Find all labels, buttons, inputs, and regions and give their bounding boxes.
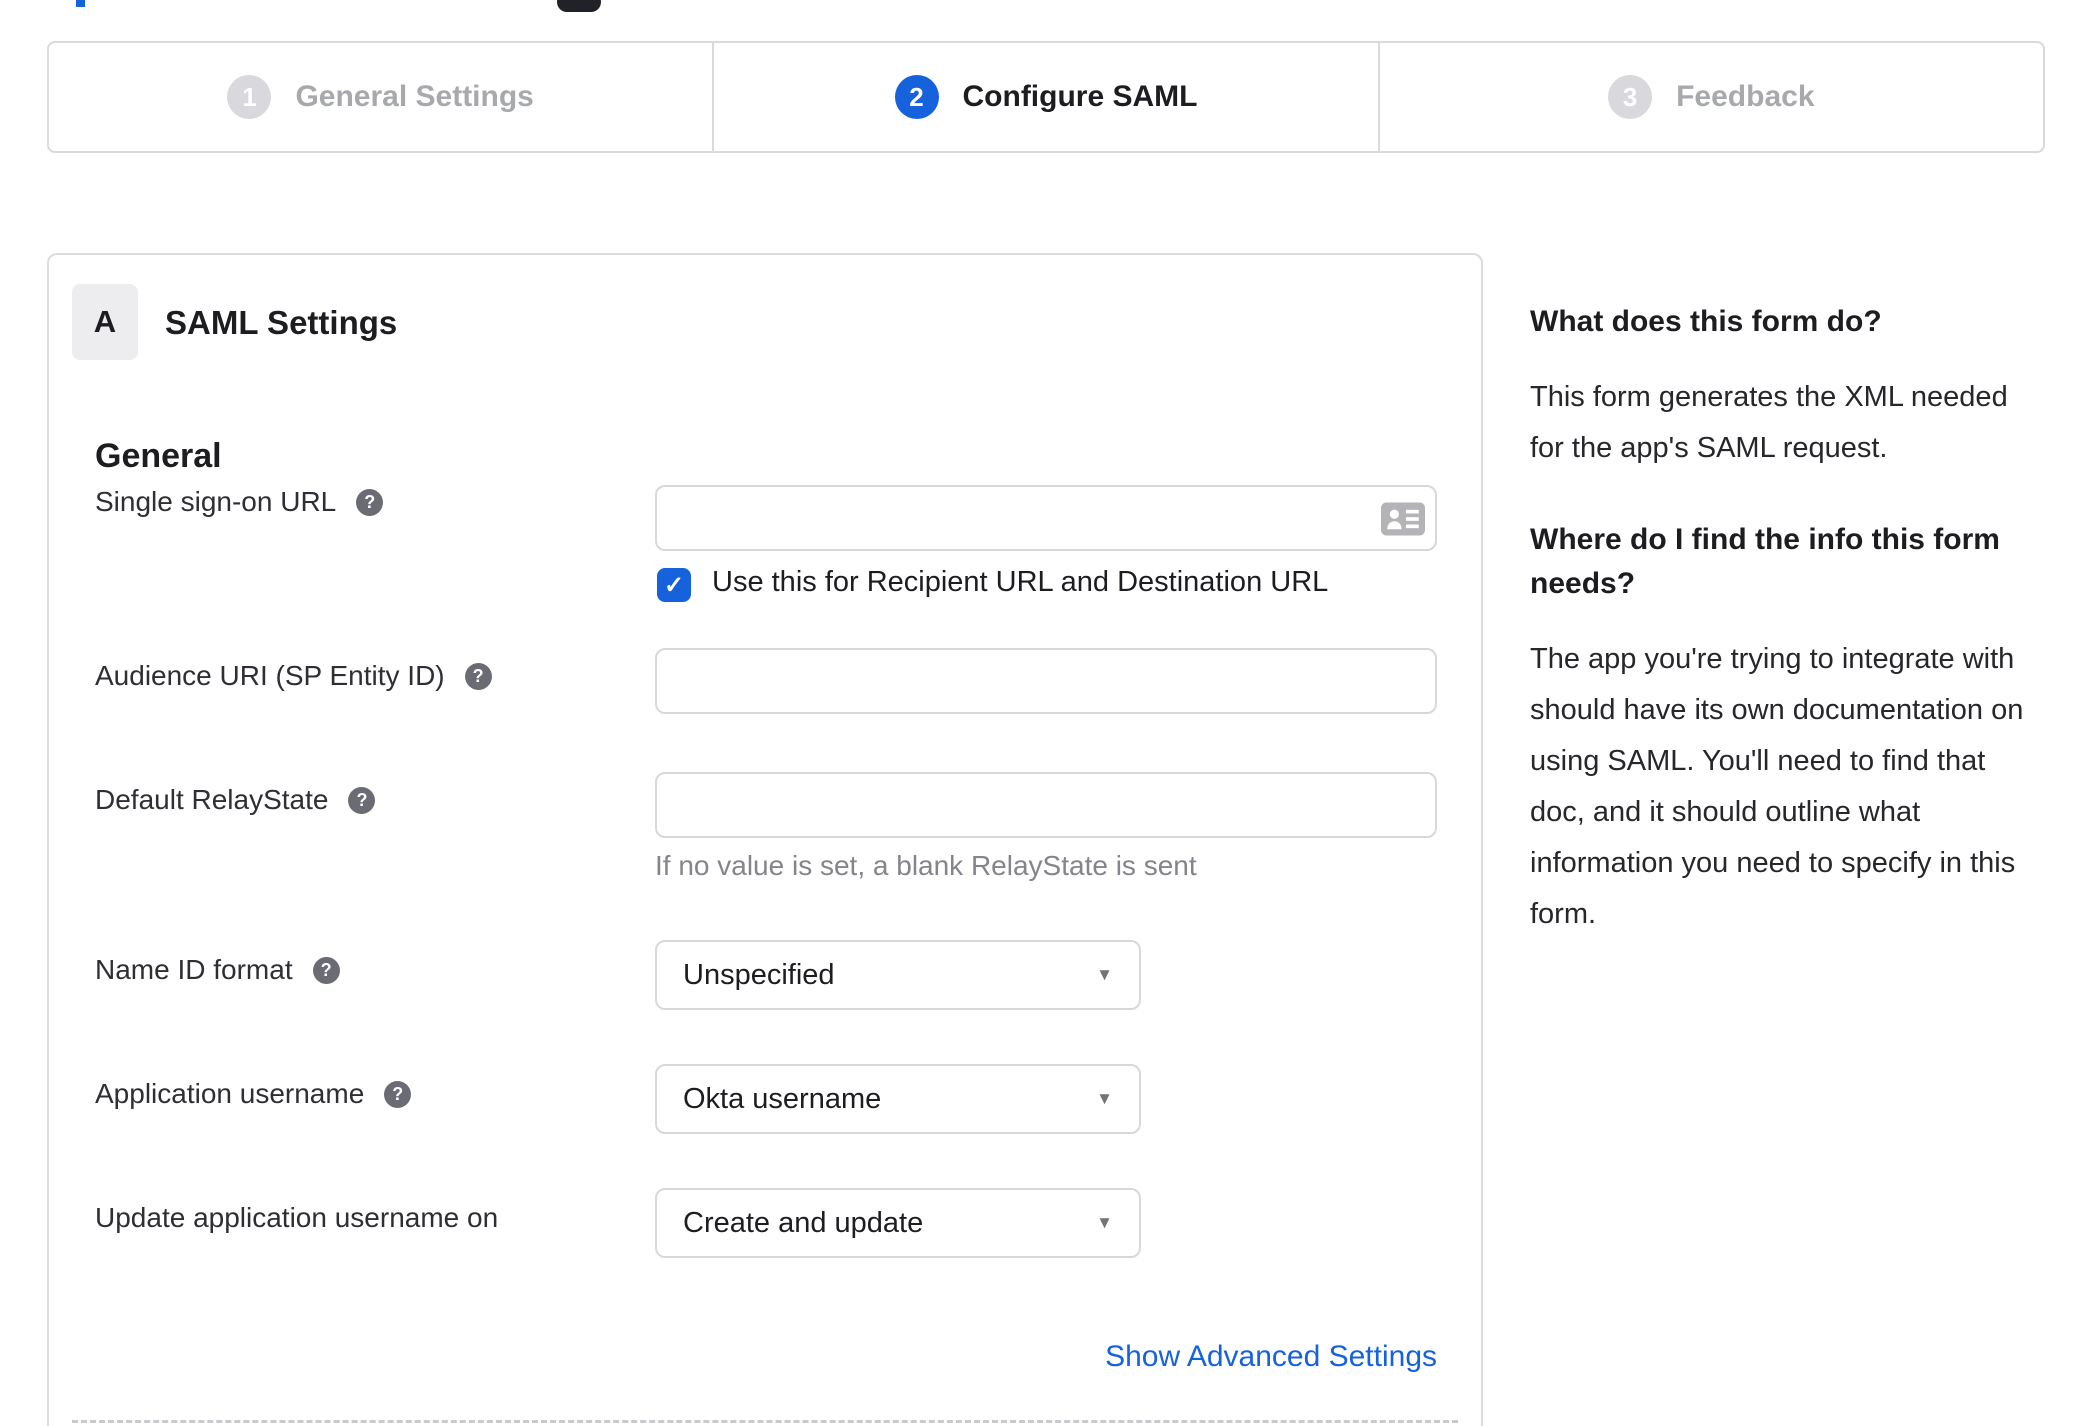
help-section-text: This form generates the XML needed for t… [1530,372,2046,474]
update-app-username-value: Create and update [683,1206,924,1239]
chevron-down-icon: ▼ [1096,1089,1113,1108]
help-section-heading: Where do I find the info this form needs… [1530,518,2046,606]
update-app-username-select[interactable]: Create and update ▼ [655,1188,1141,1258]
relay-state-label: Default RelayState ? [95,784,376,816]
show-advanced-settings-link[interactable]: Show Advanced Settings [655,1340,1437,1374]
help-icon[interactable]: ? [464,662,492,690]
help-heading-line: Where do I find the info this form [1530,523,2000,556]
help-text-line: information you need to specify in this [1530,847,2016,879]
step-label: Configure SAML [962,80,1198,113]
help-text-line: This form generates the XML needed [1530,381,2008,413]
step-number-badge: 3 [1608,75,1653,119]
step-general-settings-tab[interactable]: 1 General Settings [49,43,712,151]
help-heading-line: What does this form do? [1530,305,1882,338]
name-id-format-value: Unspecified [683,958,835,991]
help-section-text: The app you're trying to integrate with … [1530,634,2046,940]
use-for-recipient-checkbox-label: Use this for Recipient URL and Destinati… [712,566,1329,598]
update-app-username-label-text: Update application username on [95,1202,499,1233]
name-id-format-select[interactable]: Unspecified ▼ [655,940,1141,1010]
audience-uri-input[interactable] [655,648,1437,714]
panel-title: SAML Settings [165,304,398,341]
chevron-down-icon: ▼ [1096,965,1113,984]
help-icon[interactable]: ? [348,786,376,814]
step-label: General Settings [295,80,534,113]
relay-state-input[interactable] [655,772,1437,838]
step-configure-saml-tab[interactable]: 2 Configure SAML [712,43,1377,151]
help-text-line: form. [1530,898,1597,930]
step-number-badge: 2 [894,75,939,119]
help-heading-line: needs? [1530,567,1636,600]
wizard-stepper: 1 General Settings 2 Configure SAML 3 Fe… [47,41,2045,153]
update-app-username-label: Update application username on [95,1202,498,1234]
app-username-label-text: Application username [95,1078,365,1109]
contact-card-icon [1381,502,1425,541]
help-icon[interactable]: ? [384,1080,412,1108]
relay-state-hint: If no value is set, a blank RelayState i… [655,850,1197,881]
relay-state-label-text: Default RelayState [95,784,329,815]
help-section-heading: What does this form do? [1530,300,2046,344]
configure-saml-page: 1 General Settings 2 Configure SAML 3 Fe… [0,0,2092,1426]
app-username-select[interactable]: Okta username ▼ [655,1064,1141,1134]
audience-uri-label: Audience URI (SP Entity ID) ? [95,660,492,692]
app-username-value: Okta username [683,1082,882,1115]
help-text-line: doc, and it should outline what [1530,796,1921,828]
header-fragment-blue [76,0,85,7]
audience-uri-label-text: Audience URI (SP Entity ID) [95,660,445,691]
chevron-down-icon: ▼ [1096,1213,1113,1232]
help-icon[interactable]: ? [356,488,384,516]
sso-url-input[interactable] [655,485,1437,551]
help-text-line: The app you're trying to integrate with [1530,643,2015,675]
step-number-badge: 1 [227,75,272,119]
help-text-line: for the app's SAML request. [1530,432,1888,464]
help-text-line: using SAML. You'll need to find that [1530,745,1986,777]
help-panel: What does this form do? This form genera… [1530,300,2046,984]
sso-url-label-text: Single sign-on URL [95,486,337,517]
name-id-format-label: Name ID format ? [95,954,340,986]
sso-url-label: Single sign-on URL ? [95,486,384,518]
step-label: Feedback [1676,80,1815,113]
name-id-format-label-text: Name ID format [95,954,293,985]
help-icon[interactable]: ? [312,956,340,984]
header-fragment-dark [557,0,601,12]
help-text-line: should have its own documentation on [1530,694,2024,726]
use-for-recipient-checkbox[interactable]: ✓ [657,568,691,602]
step-feedback-tab[interactable]: 3 Feedback [1377,43,2043,151]
section-a-badge: A [72,284,138,360]
app-username-label: Application username ? [95,1078,412,1110]
section-heading-general: General [95,437,222,475]
section-divider [72,1420,1458,1423]
